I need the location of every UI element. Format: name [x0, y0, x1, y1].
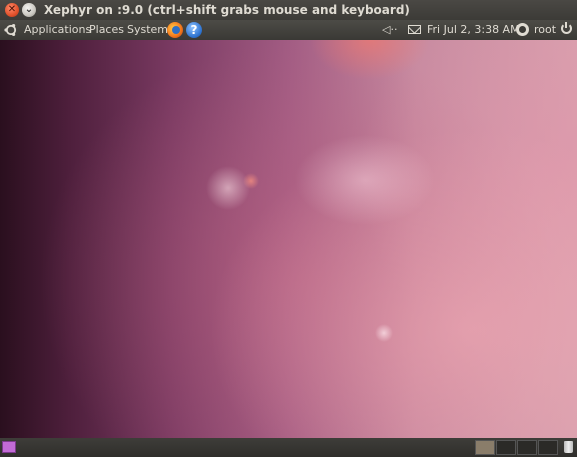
show-desktop-icon[interactable]	[2, 441, 16, 453]
menu-places[interactable]: Places	[89, 20, 124, 40]
clock[interactable]: Fri Jul 2, 3:38 AM	[427, 20, 520, 40]
firefox-icon[interactable]	[167, 22, 183, 38]
menu-applications[interactable]: Applications	[24, 20, 91, 40]
close-icon[interactable]: ✕	[5, 3, 19, 17]
trash-icon[interactable]	[564, 441, 573, 453]
ubuntu-logo-icon[interactable]	[4, 23, 18, 37]
desktop-wallpaper[interactable]	[0, 40, 577, 438]
xephyr-window: ✕ ⌄ Xephyr on :9.0 (ctrl+shift grabs mou…	[0, 0, 577, 457]
window-title: Xephyr on :9.0 (ctrl+shift grabs mouse a…	[44, 3, 410, 17]
window-titlebar[interactable]: ✕ ⌄ Xephyr on :9.0 (ctrl+shift grabs mou…	[0, 0, 577, 20]
minimize-icon[interactable]: ⌄	[22, 3, 36, 17]
top-panel: Applications Places System ? ◁·· Fri Jul…	[0, 20, 577, 40]
power-icon[interactable]	[561, 22, 572, 34]
user-icon[interactable]	[516, 23, 529, 36]
workspace-4[interactable]	[538, 440, 558, 455]
user-name[interactable]: root	[534, 20, 556, 40]
mail-icon[interactable]	[408, 25, 421, 34]
workspace-1[interactable]	[475, 440, 495, 455]
help-icon[interactable]: ?	[186, 22, 202, 38]
workspace-3[interactable]	[517, 440, 537, 455]
bottom-panel	[0, 438, 577, 457]
workspace-2[interactable]	[496, 440, 516, 455]
volume-icon[interactable]: ◁··	[382, 20, 397, 40]
menu-system[interactable]: System	[127, 20, 168, 40]
